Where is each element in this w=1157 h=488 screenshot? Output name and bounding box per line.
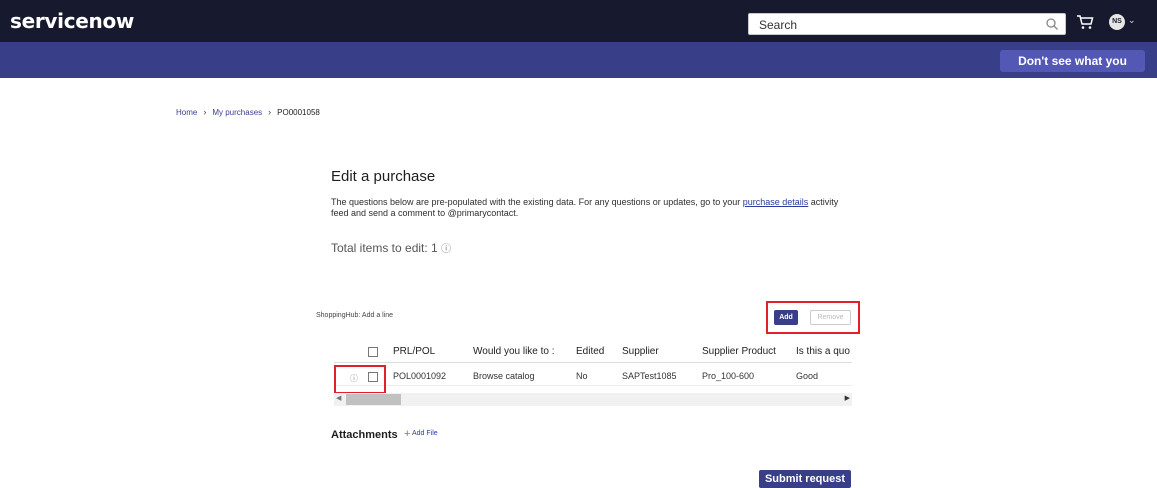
page-description: The questions below are pre-populated wi… <box>331 197 851 219</box>
scroll-right-icon[interactable]: ▶ <box>845 394 850 402</box>
add-file-label: Add File <box>412 430 438 437</box>
add-file-link[interactable]: + Add File <box>404 428 438 440</box>
scrollbar-thumb[interactable] <box>346 394 401 405</box>
table-header-row: PRL/POL Would you like to : Edited Suppl… <box>334 343 852 363</box>
column-header[interactable]: Edited <box>576 346 604 357</box>
table-cell: Browse catalog <box>473 371 535 381</box>
scroll-left-icon[interactable]: ◀ <box>336 394 341 402</box>
description-text: The questions below are pre-populated wi… <box>331 197 743 207</box>
breadcrumb: Home › My purchases › PO0001058 <box>176 107 320 117</box>
table-cell: SAPTest1085 <box>622 371 677 381</box>
shopping-hub-label: ShoppingHub: Add a line <box>316 312 394 319</box>
table-cell: POL0001092 <box>393 371 447 381</box>
select-all-checkbox[interactable] <box>368 347 378 357</box>
breadcrumb-my-purchases[interactable]: My purchases <box>212 108 262 117</box>
cart-icon[interactable] <box>1076 14 1094 30</box>
table-cell: Pro_100-600 <box>702 371 755 381</box>
secondary-bar <box>0 42 1157 78</box>
dont-see-what-you-need-button[interactable]: Don't see what you need? <box>1000 50 1145 90</box>
chevron-right-icon: › <box>268 107 272 117</box>
user-avatar[interactable]: NS <box>1109 14 1125 30</box>
search-input[interactable]: Search <box>748 13 1066 35</box>
search-icon[interactable] <box>1045 17 1059 31</box>
column-header[interactable]: Supplier Product <box>702 346 776 357</box>
submit-request-button[interactable]: Submit request <box>759 470 851 488</box>
total-items-label: Total items to edit: 1 <box>331 241 438 255</box>
column-header[interactable]: PRL/POL <box>393 346 435 357</box>
table-cell: Good <box>796 371 819 381</box>
highlight-box-row-select <box>334 365 386 394</box>
page-title: Edit a purchase <box>331 168 436 185</box>
highlight-box-buttons <box>766 301 860 334</box>
search-placeholder: Search <box>759 18 798 32</box>
info-icon[interactable]: ⓘ <box>441 244 451 255</box>
breadcrumb-current: PO0001058 <box>277 108 320 117</box>
total-items: Total items to edit: 1 ⓘ <box>331 240 451 255</box>
chevron-down-icon[interactable]: ⌄ <box>1128 15 1136 26</box>
table-horizontal-scrollbar[interactable]: ◀ ▶ <box>334 393 852 406</box>
plus-icon: + <box>404 428 411 440</box>
table-cell: No <box>576 371 588 381</box>
purchase-details-link[interactable]: purchase details <box>743 197 809 207</box>
column-header[interactable]: Would you like to : <box>473 346 555 357</box>
column-header[interactable]: Is this a quo <box>796 346 850 357</box>
servicenow-logo[interactable]: servicenow <box>10 9 134 33</box>
chevron-right-icon: › <box>203 107 207 117</box>
table-row[interactable]: ⓘ POL0001092 Browse catalog No SAPTest10… <box>334 366 852 386</box>
attachments-label: Attachments <box>331 429 398 441</box>
breadcrumb-home[interactable]: Home <box>176 108 197 117</box>
column-header[interactable]: Supplier <box>622 346 659 357</box>
